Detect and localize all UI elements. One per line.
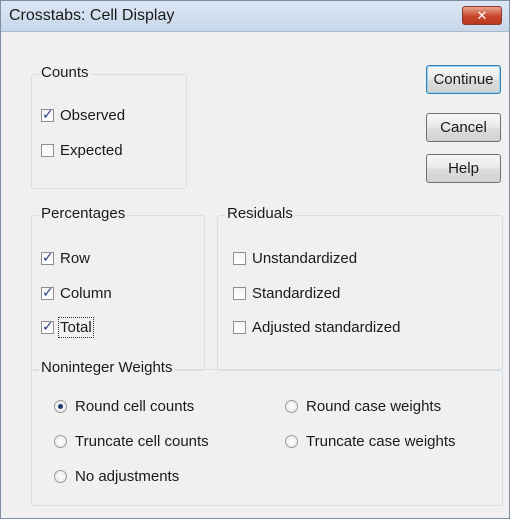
counts-group: Counts Observed Expected [31,64,187,189]
expected-checkbox[interactable]: Expected [41,142,123,159]
dialog-window: Crosstabs: Cell Display ✕ Counts Observe… [0,0,510,519]
checkbox-label: Adjusted standardized [252,319,401,336]
checkbox-box[interactable] [41,284,54,301]
radio-label: Truncate case weights [306,433,456,450]
total-checkbox[interactable]: Total [41,317,94,338]
checkbox-label: Total [58,317,94,338]
truncate-case-weights-radio[interactable]: Truncate case weights [285,433,456,450]
help-button[interactable]: Help [426,154,501,183]
radio-label: No adjustments [75,468,180,485]
percentages-group: Percentages Row Column Total [31,205,205,371]
row-checkbox[interactable]: Row [41,249,91,267]
counts-legend: Counts [39,64,91,81]
checkbox-box[interactable] [41,249,54,266]
no-adjustments-radio[interactable]: No adjustments [54,468,179,485]
window-title: Crosstabs: Cell Display [9,7,175,24]
continue-button[interactable]: Continue [426,65,501,94]
noninteger-weights-legend: Noninteger Weights [39,359,175,376]
checkbox-label: Observed [60,107,126,124]
round-case-weights-radio[interactable]: Round case weights [285,398,441,415]
checkbox-box[interactable] [41,144,54,157]
checkbox-box[interactable] [233,252,246,265]
column-checkbox[interactable]: Column [41,284,112,302]
radio-label: Round cell counts [75,398,195,415]
observed-checkbox[interactable]: Observed [41,106,126,124]
checkbox-box[interactable] [233,321,246,334]
checkbox-label: Row [60,250,91,267]
truncate-cell-counts-radio[interactable]: Truncate cell counts [54,433,209,450]
title-bar[interactable]: Crosstabs: Cell Display ✕ [1,1,509,32]
checkbox-label: Expected [60,142,123,159]
close-icon: ✕ [476,7,488,23]
checkbox-label: Column [60,285,112,302]
dialog-content: Counts Observed Expected Continue Cancel… [1,32,509,518]
round-cell-counts-radio[interactable]: Round cell counts [54,398,194,415]
radio-button[interactable] [54,435,67,448]
standardized-checkbox[interactable]: Standardized [233,285,340,302]
radio-button[interactable] [285,400,298,413]
checkbox-label: Standardized [252,285,341,302]
residuals-group: Residuals Unstandardized Standardized Ad… [217,205,503,371]
checkbox-box[interactable] [41,106,54,123]
residuals-legend: Residuals [225,205,295,222]
radio-button[interactable] [54,470,67,483]
radio-label: Truncate cell counts [75,433,209,450]
checkbox-box[interactable] [233,287,246,300]
radio-button[interactable] [54,400,67,413]
unstandardized-checkbox[interactable]: Unstandardized [233,250,357,267]
radio-button[interactable] [285,435,298,448]
cancel-button[interactable]: Cancel [426,113,501,142]
checkbox-label: Unstandardized [252,250,358,267]
adjusted-standardized-checkbox[interactable]: Adjusted standardized [233,319,400,336]
checkbox-box[interactable] [41,318,54,335]
radio-label: Round case weights [306,398,442,415]
percentages-legend: Percentages [39,205,128,222]
close-button[interactable]: ✕ [462,6,502,25]
noninteger-weights-group: Noninteger Weights Round cell counts Rou… [31,359,503,506]
